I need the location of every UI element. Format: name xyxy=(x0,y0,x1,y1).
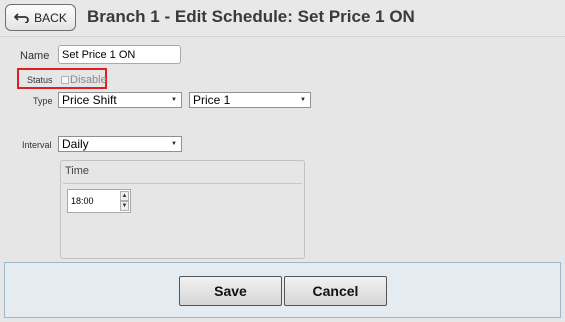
time-panel-divider xyxy=(63,183,302,184)
type-select[interactable]: Price Shift ▼ xyxy=(58,92,182,108)
type-label: Type xyxy=(33,96,53,106)
footer-bar: Save Cancel xyxy=(4,262,561,318)
price-select[interactable]: Price 1 ▼ xyxy=(189,92,311,108)
save-button[interactable]: Save xyxy=(179,276,282,306)
cancel-button[interactable]: Cancel xyxy=(284,276,387,306)
interval-select-value: Daily xyxy=(62,137,89,151)
back-button-label: BACK xyxy=(34,10,67,25)
name-input[interactable] xyxy=(58,45,181,64)
disable-checkbox-box[interactable] xyxy=(61,76,69,84)
time-panel-legend: Time xyxy=(65,165,90,177)
back-button[interactable]: BACK xyxy=(5,4,76,31)
page-title: Branch 1 - Edit Schedule: Set Price 1 ON xyxy=(87,7,415,26)
disable-checkbox-label: Disable xyxy=(70,74,107,86)
spinner-up-icon[interactable]: ▲ xyxy=(120,191,129,201)
disable-checkbox[interactable]: Disable xyxy=(61,74,107,86)
spinner-down-icon[interactable]: ▼ xyxy=(120,201,129,211)
type-select-value: Price Shift xyxy=(62,93,117,107)
return-arrow-icon xyxy=(14,12,29,23)
dropdown-arrow-icon: ▼ xyxy=(300,97,306,103)
dropdown-arrow-icon: ▼ xyxy=(171,97,177,103)
time-input-value: 18:00 xyxy=(71,196,94,206)
dropdown-arrow-icon: ▼ xyxy=(171,141,177,147)
time-input[interactable]: 18:00 ▲ ▼ xyxy=(67,189,131,213)
time-panel: Time 18:00 ▲ ▼ xyxy=(60,160,305,259)
status-highlight-box: Status Disable xyxy=(17,68,107,89)
interval-label: Interval xyxy=(22,140,52,150)
status-label: Status xyxy=(27,75,53,85)
header-bar: BACK Branch 1 - Edit Schedule: Set Price… xyxy=(0,0,565,37)
name-label: Name xyxy=(20,50,50,62)
price-select-value: Price 1 xyxy=(193,93,231,107)
interval-select[interactable]: Daily ▼ xyxy=(58,136,182,152)
